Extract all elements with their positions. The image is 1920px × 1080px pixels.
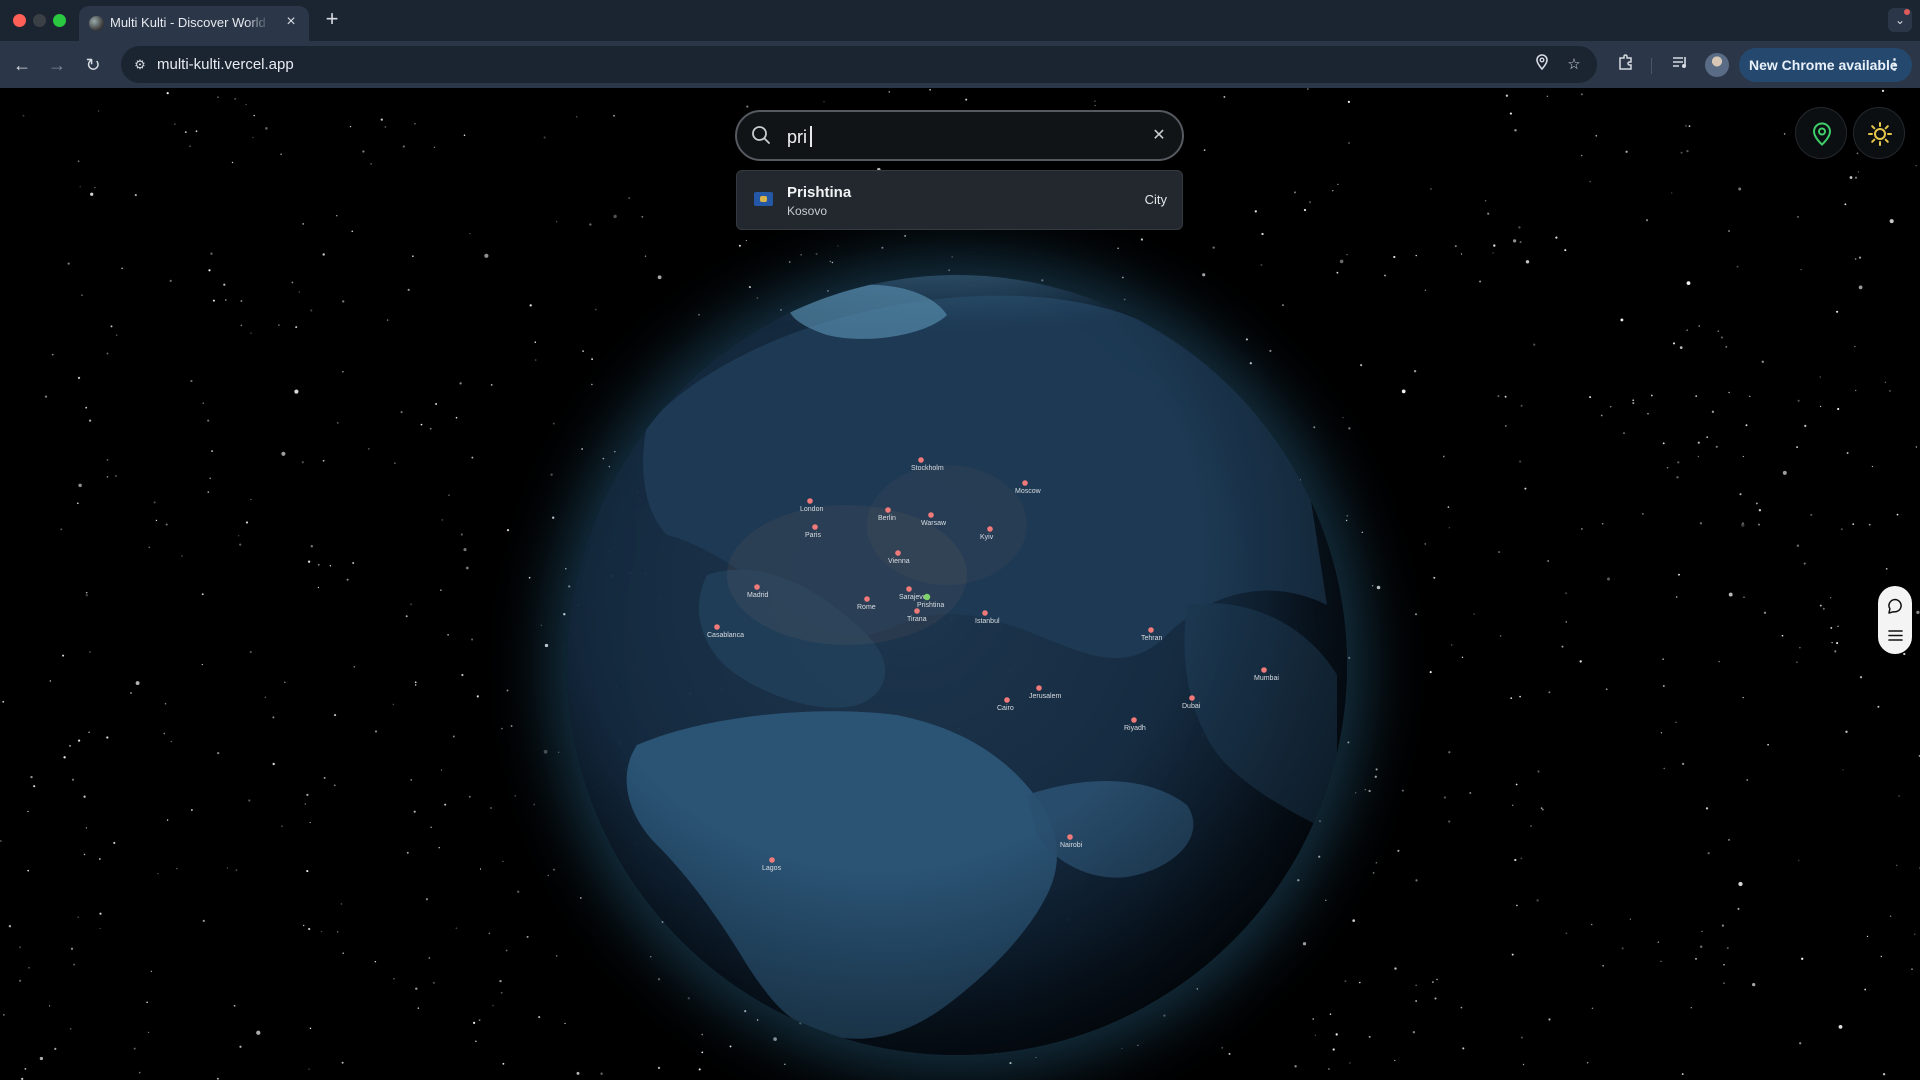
- city-marker-mumbai[interactable]: [1261, 667, 1267, 673]
- city-marker-kyiv[interactable]: [987, 526, 993, 532]
- update-label: New Chrome available: [1749, 57, 1898, 73]
- back-button[interactable]: ←: [10, 53, 34, 77]
- search-bar[interactable]: ✕: [735, 110, 1184, 161]
- city-label-prishtina: Prishtina: [917, 602, 944, 609]
- city-marker-dubai[interactable]: [1189, 695, 1195, 701]
- notification-dot: [1904, 9, 1910, 15]
- city-marker-warsaw[interactable]: [928, 512, 934, 518]
- city-label-vienna: Vienna: [888, 558, 910, 565]
- city-label-stockholm: Stockholm: [911, 465, 944, 472]
- browser-tab[interactable]: Multi Kulti - Discover World Cultures ×: [79, 6, 309, 41]
- extensions-puzzle-icon[interactable]: [1614, 53, 1638, 77]
- city-marker-rome[interactable]: [864, 596, 870, 602]
- new-tab-button[interactable]: +: [320, 8, 344, 32]
- side-actions-pill: [1878, 586, 1912, 654]
- site-info-icon[interactable]: ⚙: [127, 52, 153, 78]
- text-cursor: [810, 126, 812, 147]
- city-marker-istanbul[interactable]: [982, 610, 988, 616]
- city-marker-nairobi[interactable]: [1067, 834, 1073, 840]
- city-label-london: London: [800, 506, 823, 513]
- tab-search-button[interactable]: ⌄: [1888, 8, 1912, 32]
- globe-night-shade: [567, 275, 1347, 1055]
- url-text: multi-kulti.vercel.app: [157, 56, 294, 73]
- globe-favicon-icon: [89, 16, 104, 31]
- city-label-riyadh: Riyadh: [1124, 725, 1146, 732]
- location-permission-icon[interactable]: [1531, 54, 1553, 76]
- media-controls-icon[interactable]: [1668, 53, 1692, 77]
- city-marker-riyadh[interactable]: [1131, 717, 1137, 723]
- city-label-dubai: Dubai: [1182, 703, 1201, 710]
- city-label-nairobi: Nairobi: [1060, 842, 1083, 849]
- theme-toggle-button[interactable]: [1853, 107, 1905, 159]
- city-marker-lagos[interactable]: [769, 857, 775, 863]
- sun-icon: [1868, 122, 1892, 146]
- hamburger-menu-icon[interactable]: [1887, 627, 1904, 644]
- tab-close-button[interactable]: ×: [281, 12, 301, 32]
- city-label-moscow: Moscow: [1015, 488, 1042, 495]
- city-label-lagos: Lagos: [762, 865, 782, 872]
- search-suggestion-item[interactable]: Prishtina Kosovo City: [736, 170, 1183, 230]
- city-label-jerusalem: Jerusalem: [1029, 693, 1061, 700]
- city-label-casablanca: Casablanca: [707, 632, 744, 639]
- address-bar[interactable]: ⚙ multi-kulti.vercel.app ☆: [121, 46, 1597, 83]
- city-label-istanbul: Istanbul: [975, 618, 1000, 625]
- city-marker-sarajevo[interactable]: [906, 586, 912, 592]
- suggestion-title: Prishtina: [787, 184, 852, 201]
- forward-button[interactable]: →: [45, 53, 69, 77]
- city-marker-vienna[interactable]: [895, 550, 901, 556]
- city-marker-cairo[interactable]: [1004, 697, 1010, 703]
- city-label-rome: Rome: [857, 604, 876, 611]
- city-marker-paris[interactable]: [812, 524, 818, 530]
- browser-tab-bar: Multi Kulti - Discover World Cultures × …: [0, 0, 1920, 41]
- city-marker-stockholm[interactable]: [918, 457, 924, 463]
- city-label-tirana: Tirana: [907, 616, 927, 623]
- search-input[interactable]: [785, 122, 1129, 152]
- city-marker-jerusalem[interactable]: [1036, 685, 1042, 691]
- window-minimize-button[interactable]: [33, 14, 46, 27]
- city-label-madrid: Madrid: [747, 592, 769, 599]
- more-options-icon[interactable]: ⋮: [1887, 55, 1902, 73]
- city-label-sarajevo: Sarajevo: [899, 594, 927, 601]
- city-label-kyiv: Kyiv: [980, 534, 994, 541]
- city-marker-tirana[interactable]: [914, 608, 920, 614]
- city-marker-madrid[interactable]: [754, 584, 760, 590]
- toolbar-divider: [1651, 58, 1652, 74]
- search-icon: [752, 126, 770, 144]
- reload-button[interactable]: ↻: [81, 53, 105, 77]
- globe-surface: Stockholm Moscow London Berlin Warsaw Kyiv Par…: [567, 275, 1347, 1055]
- city-marker-prishtina[interactable]: [923, 593, 931, 601]
- my-location-button[interactable]: [1795, 107, 1847, 159]
- city-label-berlin: Berlin: [878, 515, 896, 522]
- browser-toolbar: ← → ↻ ⚙ multi-kulti.vercel.app ☆ New Chr…: [0, 41, 1920, 88]
- kosovo-flag-icon: [754, 192, 773, 206]
- window-close-button[interactable]: [13, 14, 26, 27]
- city-marker-london[interactable]: [807, 498, 813, 504]
- clear-search-button[interactable]: ✕: [1148, 125, 1170, 147]
- window-maximize-button[interactable]: [53, 14, 66, 27]
- chat-bubble-icon[interactable]: [1887, 598, 1904, 615]
- city-marker-tehran[interactable]: [1148, 627, 1154, 633]
- city-label-paris: Paris: [805, 532, 821, 539]
- city-marker-casablanca[interactable]: [714, 624, 720, 630]
- city-label-tehran: Tehran: [1141, 635, 1163, 642]
- suggestion-type-badge: City: [1144, 192, 1167, 207]
- page-viewport: Stockholm Moscow London Berlin Warsaw Kyiv Par…: [0, 88, 1920, 1080]
- suggestion-subtitle: Kosovo: [787, 204, 828, 218]
- city-label-mumbai: Mumbai: [1254, 675, 1279, 682]
- earth-globe[interactable]: Stockholm Moscow London Berlin Warsaw Kyiv Par…: [567, 275, 1347, 1055]
- city-label-cairo: Cairo: [997, 705, 1014, 712]
- city-marker-berlin[interactable]: [885, 507, 891, 513]
- profile-avatar[interactable]: [1705, 53, 1729, 77]
- city-marker-moscow[interactable]: [1022, 480, 1028, 486]
- city-label-warsaw: Warsaw: [921, 520, 947, 527]
- bookmark-star-icon[interactable]: ☆: [1563, 54, 1585, 76]
- location-pin-icon: [1812, 122, 1832, 146]
- new-chrome-available-button[interactable]: New Chrome available ⋮: [1739, 48, 1912, 82]
- tab-title: Multi Kulti - Discover World Cultures: [110, 15, 270, 30]
